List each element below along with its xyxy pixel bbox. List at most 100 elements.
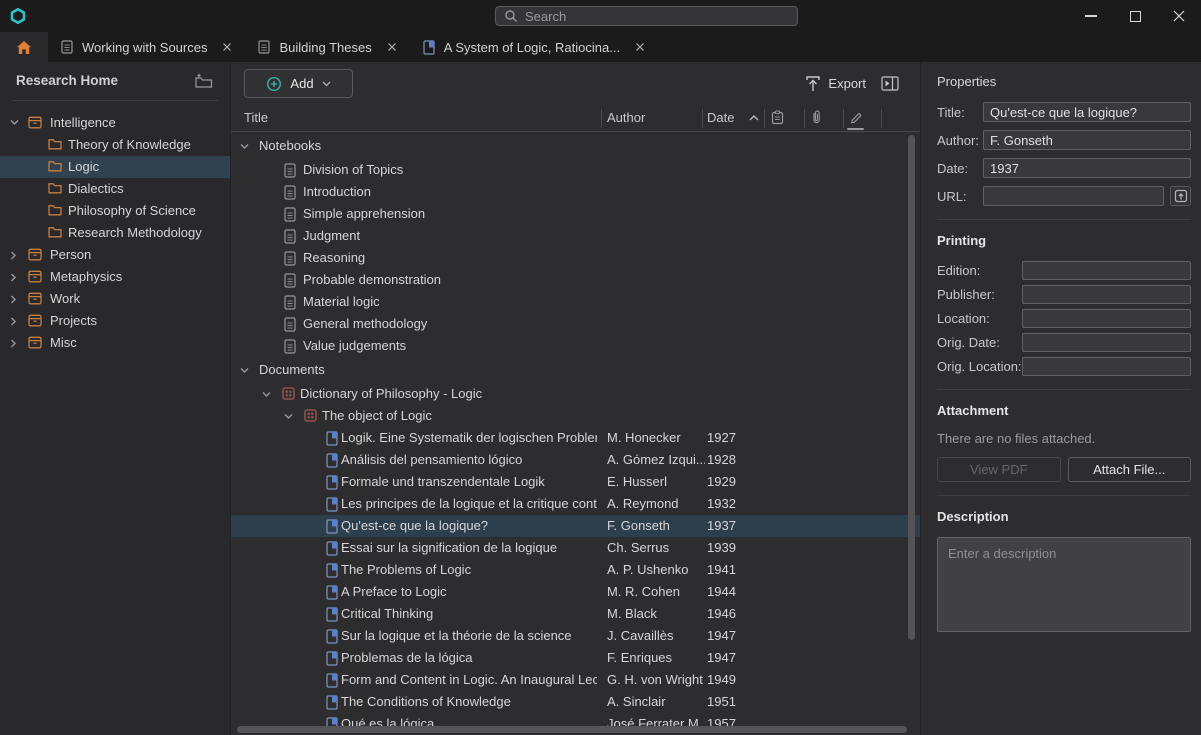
author-field[interactable] <box>983 130 1191 150</box>
tab-close-icon[interactable] <box>222 42 232 52</box>
tab-close-icon[interactable] <box>387 42 397 52</box>
chevron-down-icon[interactable] <box>262 391 271 398</box>
list-row[interactable]: Problemas de la lógica F. Enriques 1947 <box>231 647 920 669</box>
home-tab[interactable] <box>0 32 48 62</box>
description-field[interactable] <box>937 537 1191 632</box>
list-row[interactable]: Simple apprehension <box>231 203 920 225</box>
url-field[interactable] <box>983 186 1164 206</box>
column-divider[interactable] <box>881 109 882 128</box>
list-row[interactable]: Dictionary of Philosophy - Logic <box>231 383 920 405</box>
list-row[interactable]: General methodology <box>231 313 920 335</box>
collection-tree: Intelligence Theory of Knowledge <box>0 112 230 354</box>
sidebar-item[interactable]: Research Methodology <box>0 222 230 244</box>
toggle-panel-button[interactable] <box>881 76 899 91</box>
date-field[interactable] <box>983 158 1191 178</box>
orig-location-field[interactable] <box>1022 357 1191 376</box>
location-field[interactable] <box>1022 309 1191 328</box>
list-row[interactable]: Critical Thinking M. Black 1946 <box>231 603 920 625</box>
orig-date-field[interactable] <box>1022 333 1191 352</box>
column-header-author[interactable]: Author <box>607 110 645 125</box>
sidebar-item[interactable]: Projects <box>0 310 230 332</box>
list-row[interactable]: Essai sur la signification de la logique… <box>231 537 920 559</box>
list-row[interactable]: Notebooks <box>231 133 920 159</box>
column-header-date[interactable]: Date <box>707 110 734 125</box>
new-collection-icon[interactable] <box>194 73 213 88</box>
list-row[interactable]: Material logic <box>231 291 920 313</box>
list-row[interactable]: Introduction <box>231 181 920 203</box>
sidebar-item[interactable]: Person <box>0 244 230 266</box>
maximize-button[interactable] <box>1113 0 1157 32</box>
row-author: A. Sinclair <box>607 691 705 713</box>
edition-field[interactable] <box>1022 261 1191 280</box>
list-row[interactable]: Value judgements <box>231 335 920 357</box>
column-divider[interactable] <box>764 109 765 128</box>
printing-heading: Printing <box>937 233 1191 248</box>
list-row[interactable]: Les principes de la logique et la critiq… <box>231 493 920 515</box>
section-divider <box>937 389 1191 390</box>
chevron-right-icon[interactable] <box>10 251 17 260</box>
list-row[interactable]: The object of Logic <box>231 405 920 427</box>
horizontal-scrollbar[interactable] <box>237 726 907 733</box>
notes-column-icon[interactable] <box>771 110 784 125</box>
tab[interactable]: Working with Sources <box>48 32 245 62</box>
chevron-right-icon[interactable] <box>10 339 17 348</box>
sidebar-item[interactable]: Dialectics <box>0 178 230 200</box>
column-header-title[interactable]: Title <box>244 110 268 125</box>
row-title: Notebooks <box>259 133 321 159</box>
list-row[interactable]: Judgment <box>231 225 920 247</box>
chevron-right-icon[interactable] <box>10 317 17 326</box>
search-input[interactable]: Search <box>495 6 798 26</box>
chevron-down-icon[interactable] <box>240 367 249 374</box>
list-row[interactable]: Probable demonstration <box>231 269 920 291</box>
tab[interactable]: A System of Logic, Ratiocina... <box>410 32 658 62</box>
column-divider[interactable] <box>702 109 703 128</box>
list-row[interactable]: Sur la logique et la théorie de la scien… <box>231 625 920 647</box>
list-row[interactable]: Documents <box>231 357 920 383</box>
sidebar-item[interactable]: Intelligence <box>0 112 230 134</box>
list-row[interactable]: The Problems of Logic A. P. Ushenko 1941 <box>231 559 920 581</box>
list-row[interactable]: Análisis del pensamiento lógico A. Gómez… <box>231 449 920 471</box>
chevron-down-icon[interactable] <box>10 119 19 126</box>
list-row[interactable]: Formale und transzendentale Logik E. Hus… <box>231 471 920 493</box>
list-row[interactable]: Reasoning <box>231 247 920 269</box>
list-row[interactable]: Qu'est-ce que la logique? F. Gonseth 193… <box>231 515 920 537</box>
column-divider[interactable] <box>843 109 844 128</box>
view-pdf-button[interactable]: View PDF <box>937 457 1061 482</box>
row-title: The Conditions of Knowledge <box>341 691 597 713</box>
vertical-scrollbar[interactable] <box>908 135 915 640</box>
publisher-field[interactable] <box>1022 285 1191 304</box>
tab-close-icon[interactable] <box>635 42 645 52</box>
sidebar-item[interactable]: Misc <box>0 332 230 354</box>
chevron-right-icon[interactable] <box>10 273 17 282</box>
list-row[interactable]: A Preface to Logic M. R. Cohen 1944 <box>231 581 920 603</box>
minimize-button[interactable] <box>1069 0 1113 32</box>
list-row[interactable]: Division of Topics <box>231 159 920 181</box>
sidebar-item[interactable]: Work <box>0 288 230 310</box>
chevron-down-icon[interactable] <box>322 81 331 87</box>
list-row[interactable]: Form and Content in Logic. An Inaugural … <box>231 669 920 691</box>
list-row[interactable]: The Conditions of Knowledge A. Sinclair … <box>231 691 920 713</box>
chevron-down-icon[interactable] <box>284 413 293 420</box>
attachment-column-icon[interactable] <box>811 109 822 126</box>
close-button[interactable] <box>1157 0 1201 32</box>
chevron-right-icon[interactable] <box>10 295 17 304</box>
open-url-button[interactable] <box>1170 186 1191 206</box>
sidebar-item[interactable]: Philosophy of Science <box>0 200 230 222</box>
list-row[interactable]: Logik. Eine Systematik der logischen Pro… <box>231 427 920 449</box>
row-date: 1928 <box>707 449 736 471</box>
sidebar-item[interactable]: Metaphysics <box>0 266 230 288</box>
sidebar-item[interactable]: Logic <box>0 156 230 178</box>
edit-column-icon[interactable] <box>849 110 863 124</box>
sidebar-item-label: Misc <box>50 332 77 354</box>
sidebar-item[interactable]: Theory of Knowledge <box>0 134 230 156</box>
row-title: Formale und transzendentale Logik <box>341 471 597 493</box>
row-title: A Preface to Logic <box>341 581 597 603</box>
chevron-down-icon[interactable] <box>240 143 249 150</box>
title-field[interactable] <box>983 102 1191 122</box>
column-divider[interactable] <box>804 109 805 128</box>
attach-file-button[interactable]: Attach File... <box>1068 457 1192 482</box>
add-button[interactable]: Add <box>244 69 353 98</box>
export-button[interactable]: Export <box>805 75 866 92</box>
tab[interactable]: Building Theses <box>245 32 409 62</box>
column-divider[interactable] <box>601 109 602 128</box>
